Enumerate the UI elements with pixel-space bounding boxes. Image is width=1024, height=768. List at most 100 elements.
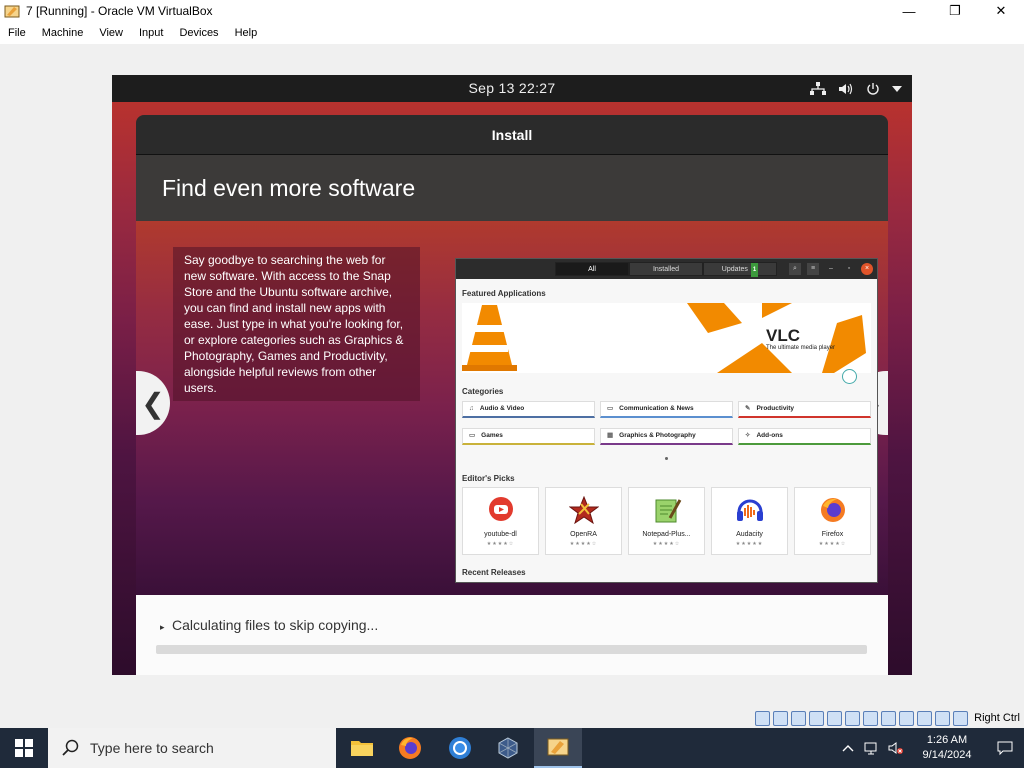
pick-name: OpenRA [570, 531, 597, 538]
category-tile: ▭ Communication & News [600, 401, 733, 418]
slideshow: Say goodbye to searching the web for new… [136, 221, 888, 595]
recording-icon[interactable] [881, 710, 897, 726]
recent-releases-heading: Recent Releases [462, 568, 526, 577]
mouse-integration-icon[interactable] [935, 710, 951, 726]
usb-icon[interactable] [827, 710, 843, 726]
categories-grid: ♫ Audio & Video ▭ Communication & News ✎ Prod… [462, 401, 872, 445]
virtualbox-icon [498, 737, 518, 759]
volume-icon[interactable] [838, 82, 854, 96]
category-label: Productivity [756, 405, 795, 412]
menu-file[interactable]: File [0, 27, 34, 39]
openra-icon [568, 495, 599, 525]
taskbar-chrome[interactable] [436, 728, 484, 768]
volume-muted-icon[interactable] [884, 728, 908, 768]
progress-pane: ▸ Calculating files to skip copying... [136, 595, 888, 675]
category-label: Graphics & Photography [619, 432, 696, 439]
taskbar-virtualbox[interactable] [484, 728, 532, 768]
category-tile: ▦ Graphics & Photography [600, 428, 733, 445]
expand-details-icon[interactable]: ▸ [160, 622, 165, 633]
desktop-background: Install Find even more software Say good… [112, 102, 912, 675]
pick-rating: ★★★★☆ [486, 541, 515, 547]
progress-bar [156, 645, 867, 654]
clock-time: 1:26 AM [926, 734, 968, 746]
pick-card: youtube-dl ★★★★☆ [462, 487, 539, 555]
pick-name: Audacity [736, 531, 763, 538]
power-icon[interactable] [866, 82, 880, 96]
search-placeholder: Type here to search [90, 740, 214, 756]
pick-rating: ★★★★★ [735, 541, 764, 547]
vt-x-icon[interactable] [899, 710, 915, 726]
network-icon[interactable] [860, 728, 884, 768]
menu-input[interactable]: Input [131, 27, 171, 39]
notifications-icon[interactable] [986, 728, 1024, 768]
network-icon[interactable] [810, 81, 826, 96]
banner-app-tagline: The ultimate media player [766, 345, 836, 351]
keyboard-capture-icon[interactable] [953, 710, 969, 726]
optical-drive-icon[interactable] [773, 710, 789, 726]
shared-folders-icon[interactable] [845, 710, 861, 726]
chevron-up-icon[interactable] [836, 728, 860, 768]
youtube-dl-icon [488, 497, 513, 521]
screenshot-tab-installed: Installed [629, 262, 703, 276]
slide-description: Say goodbye to searching the web for new… [173, 247, 420, 401]
category-tile: ✧ Add-ons [738, 428, 871, 445]
taskbar-clock[interactable]: 1:26 AM 9/14/2024 [908, 733, 986, 763]
install-dialog: Install Find even more software Say good… [136, 115, 888, 675]
category-label: Games [481, 432, 503, 439]
category-icon: ♫ [469, 405, 474, 412]
category-icon: ▭ [607, 405, 614, 412]
firefox-icon [399, 737, 421, 759]
pick-card: Notepad-Plus... ★★★★☆ [628, 487, 705, 555]
banner-next-icon [842, 369, 857, 384]
close-button[interactable]: ✕ [978, 0, 1024, 22]
pick-rating: ★★★★☆ [818, 541, 847, 547]
menu-machine[interactable]: Machine [34, 27, 92, 39]
pick-name: Notepad-Plus... [642, 531, 691, 538]
menu-view[interactable]: View [91, 27, 131, 39]
chevron-down-icon[interactable] [892, 85, 902, 93]
window-titlebar: 7 [Running] - Oracle VM VirtualBox — ❐ ✕ [0, 0, 1024, 22]
minimize-button[interactable]: — [886, 0, 932, 22]
updates-label: Updates [721, 266, 748, 273]
pick-name: Firefox [821, 531, 844, 538]
system-tray: 1:26 AM 9/14/2024 [836, 728, 1024, 768]
display-icon[interactable] [863, 710, 879, 726]
search-icon [62, 739, 79, 756]
taskbar-file-explorer[interactable] [338, 728, 386, 768]
category-tile: ♫ Audio & Video [462, 401, 595, 418]
taskbar-search[interactable]: Type here to search [48, 728, 336, 768]
clock[interactable]: Sep 13 22:27 [112, 75, 912, 102]
hard-disk-icon[interactable] [755, 710, 771, 726]
pick-card: OpenRA ★★★★☆ [545, 487, 622, 555]
menu-help[interactable]: Help [227, 27, 266, 39]
maximize-button[interactable]: ❐ [932, 0, 978, 22]
host-key-label: Right Ctrl [974, 712, 1020, 724]
audio-icon[interactable] [791, 710, 807, 726]
firefox-icon [820, 498, 845, 522]
close-icon: × [861, 263, 873, 275]
previous-slide-button[interactable]: ❮ [136, 371, 170, 435]
chrome-icon [449, 737, 471, 759]
category-icon: ✎ [745, 405, 751, 412]
guest-screen[interactable]: Sep 13 22:27 Install Find even more soft… [112, 75, 912, 675]
pick-name: youtube-dl [484, 531, 517, 538]
category-label: Audio & Video [479, 405, 525, 412]
network-adapter-icon[interactable] [809, 710, 825, 726]
start-button[interactable] [0, 728, 48, 768]
taskbar-vm-window[interactable] [534, 728, 582, 768]
vlc-banner-art [462, 303, 866, 373]
category-icon: ✧ [745, 432, 751, 439]
category-label: Add-ons [756, 432, 783, 439]
screenshot-tab-all: All [555, 262, 629, 276]
cpu-icon[interactable] [917, 710, 933, 726]
page-indicator [665, 457, 668, 460]
menu-icon: ≡ [807, 263, 819, 275]
menu-devices[interactable]: Devices [171, 27, 226, 39]
screenshot-content: Featured Applications VLC The ultimate m… [456, 279, 877, 582]
progress-message: Calculating files to skip copying... [172, 617, 379, 633]
menu-bar: File Machine View Input Devices Help [0, 22, 1024, 44]
minimize-icon: – [829, 265, 833, 272]
dialog-title: Install [136, 115, 888, 155]
taskbar-firefox[interactable] [386, 728, 434, 768]
windows-taskbar: Type here to search 1:26 AM 9/14/2024 [0, 728, 1024, 768]
